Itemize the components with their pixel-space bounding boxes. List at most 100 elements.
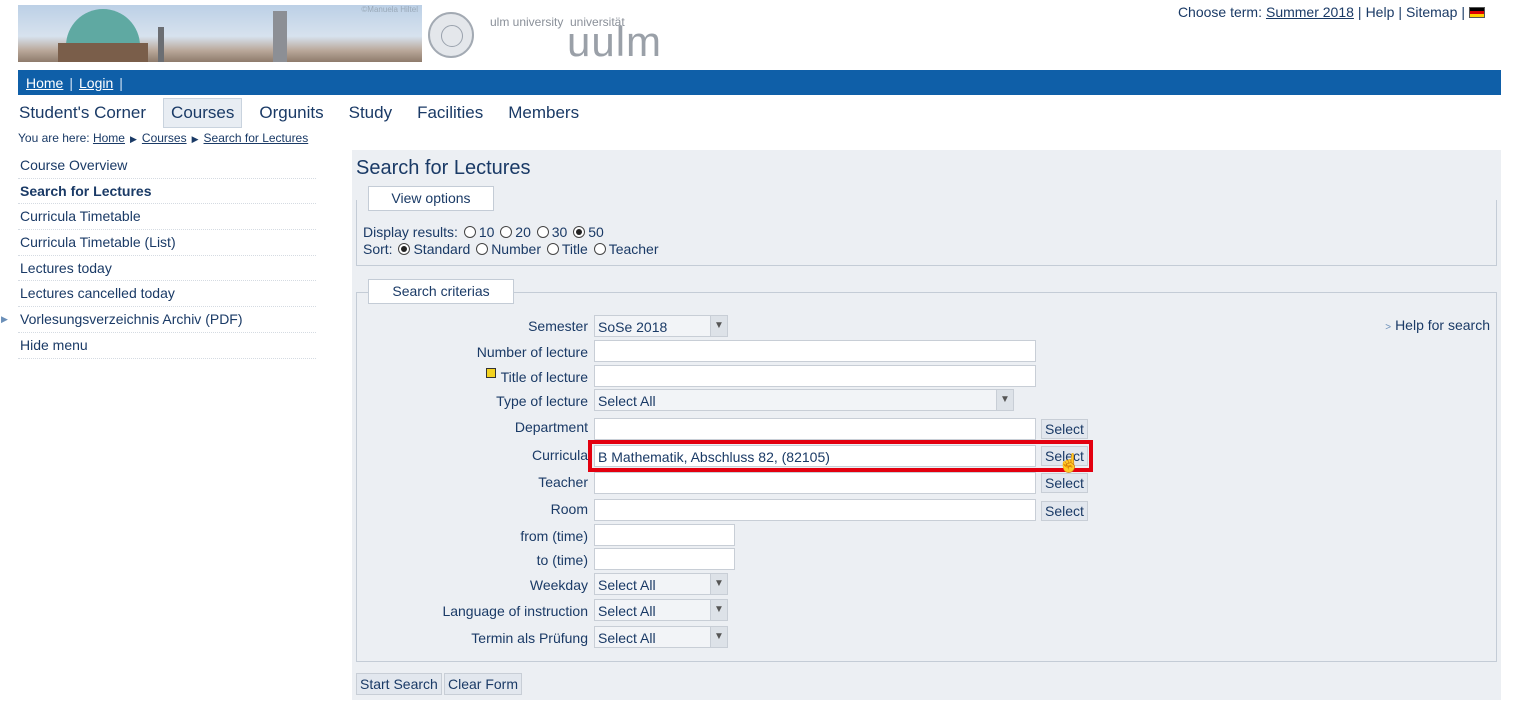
termin-als-pruefung-select[interactable]: Select All ▼ [594, 626, 728, 648]
type-of-lecture-select[interactable]: Select All ▼ [594, 389, 1014, 411]
chevron-down-icon: ▼ [710, 627, 727, 647]
uulm-logo[interactable]: uulm [567, 18, 662, 66]
teacher-label: Teacher [538, 474, 588, 490]
sitemap-link[interactable]: Sitemap [1406, 4, 1457, 20]
language-of-instruction-select[interactable]: Select All ▼ [594, 599, 728, 621]
department-input[interactable] [594, 418, 1036, 440]
tab-facilities[interactable]: Facilities [409, 98, 491, 128]
chevron-down-icon: ▼ [996, 390, 1013, 410]
title-of-lecture-input[interactable] [594, 365, 1036, 387]
department-select-button[interactable]: Select [1041, 419, 1088, 439]
breadcrumb-arrow-icon: ▶ [191, 134, 199, 144]
sidebar-item-archive-pdf[interactable]: ▶ Vorlesungsverzeichnis Archiv (PDF) [1, 307, 316, 333]
expand-arrow-icon: ▶ [1, 314, 8, 325]
radio-display-20[interactable] [500, 226, 513, 238]
radio-label: 10 [478, 224, 495, 240]
semester-value: SoSe 2018 [598, 319, 668, 335]
number-of-lecture-input[interactable] [594, 340, 1036, 362]
radio-sort-title[interactable] [546, 243, 559, 255]
building-shape [58, 43, 148, 62]
tab-members[interactable]: Members [500, 98, 587, 128]
radio-label: 30 [551, 224, 568, 240]
german-flag-icon[interactable] [1469, 6, 1485, 18]
termin-als-pruefung-label: Termin als Prüfung [471, 630, 588, 646]
tower-shape [273, 11, 287, 62]
tab-courses[interactable]: Courses [163, 98, 243, 128]
sidebar-item-curricula-timetable[interactable]: Curricula Timetable [18, 204, 316, 231]
radio-label: Number [491, 241, 541, 257]
sort-row: Sort: Standard Number Title Teacher [363, 241, 659, 258]
teacher-select-button[interactable]: Select [1041, 473, 1088, 493]
curricula-label: Curricula [531, 447, 588, 463]
sidebar-item-course-overview[interactable]: Course Overview [18, 153, 316, 179]
breadcrumb: You are here: Home ▶ Courses ▶ Search for Le… [18, 131, 308, 145]
radio-label: Title [561, 241, 588, 257]
sidebar-item-search-for-lectures[interactable]: Search for Lectures [18, 179, 316, 205]
weekday-select[interactable]: Select All ▼ [594, 573, 728, 595]
weekday-label: Weekday [529, 577, 588, 593]
radio-label: Teacher [608, 241, 659, 257]
antenna-shape [158, 27, 164, 62]
help-for-search-label: Help for search [1395, 317, 1490, 333]
sidebar-item-hide-menu[interactable]: Hide menu [18, 333, 316, 359]
curricula-input[interactable]: B Mathematik, Abschluss 82, (82105) [594, 445, 1036, 467]
type-of-lecture-value: Select All [598, 393, 656, 409]
help-for-search-link[interactable]: > Help for search [1385, 317, 1490, 333]
chevron-right-icon: > [1385, 322, 1392, 333]
header-banner-image: ©Manuela Hiltel [18, 5, 422, 62]
term-selector-link[interactable]: Summer 2018 [1266, 4, 1354, 20]
teacher-input[interactable] [594, 472, 1036, 494]
login-link[interactable]: Login [79, 75, 113, 91]
breadcrumb-search-for-lectures[interactable]: Search for Lectures [204, 131, 309, 145]
sidebar-item-lectures-cancelled-today[interactable]: Lectures cancelled today [18, 281, 316, 308]
radio-display-10[interactable] [463, 226, 476, 238]
radio-label: Standard [413, 241, 471, 257]
from-time-label: from (time) [520, 528, 588, 544]
radio-display-50[interactable] [573, 226, 586, 238]
sidebar-item-lectures-today[interactable]: Lectures today [18, 256, 316, 282]
search-criteria-toggle[interactable]: Search criterias [368, 279, 514, 304]
separator: | [1398, 4, 1402, 20]
to-time-input[interactable] [594, 548, 735, 570]
room-select-button[interactable]: Select [1041, 501, 1088, 521]
chevron-down-icon: ▼ [710, 600, 727, 620]
radio-sort-standard[interactable] [398, 243, 411, 255]
breadcrumb-home[interactable]: Home [93, 131, 125, 145]
clear-form-button[interactable]: Clear Form [444, 673, 523, 695]
breadcrumb-prefix: You are here: [18, 131, 90, 145]
sidebar-menu: Course Overview Search for Lectures Curr… [1, 153, 316, 359]
view-options-toggle[interactable]: View options [368, 186, 494, 211]
logo-text-en: ulm university [490, 15, 564, 29]
top-utility-links: Choose term: Summer 2018 | Help | Sitema… [1178, 4, 1485, 20]
separator: | [1357, 4, 1362, 20]
tab-students-corner[interactable]: Student's Corner [18, 98, 154, 128]
radio-sort-number[interactable] [476, 243, 489, 255]
radio-display-30[interactable] [536, 226, 549, 238]
sort-label: Sort: [363, 241, 393, 257]
radio-label: 20 [515, 224, 531, 240]
breadcrumb-courses[interactable]: Courses [142, 131, 187, 145]
sidebar-item-label: Vorlesungsverzeichnis Archiv (PDF) [20, 311, 243, 328]
start-search-button[interactable]: Start Search [356, 673, 442, 695]
chevron-down-icon: ▼ [710, 574, 727, 594]
sidebar-item-curricula-timetable-list[interactable]: Curricula Timetable (List) [18, 230, 316, 256]
department-label: Department [514, 419, 588, 435]
help-link[interactable]: Help [1366, 4, 1395, 20]
semester-label: Semester [528, 318, 588, 334]
weekday-value: Select All [598, 577, 656, 593]
room-input[interactable] [594, 499, 1036, 521]
from-time-input[interactable] [594, 524, 735, 546]
separator: | [1461, 4, 1465, 20]
language-of-instruction-label: Language of instruction [442, 603, 588, 619]
hand-pointer-icon: ☝ [1058, 453, 1081, 473]
radio-sort-teacher[interactable] [593, 243, 606, 255]
tab-orgunits[interactable]: Orgunits [251, 98, 331, 128]
main-navigation: Student's Corner Courses Orgunits Study … [18, 98, 596, 128]
separator: | [69, 74, 73, 91]
semester-select[interactable]: SoSe 2018 ▼ [594, 315, 728, 337]
tab-study[interactable]: Study [341, 98, 400, 128]
university-seal-icon [428, 12, 474, 58]
display-results-label: Display results: [363, 224, 458, 240]
chevron-down-icon: ▼ [710, 316, 727, 336]
home-link[interactable]: Home [26, 75, 63, 91]
